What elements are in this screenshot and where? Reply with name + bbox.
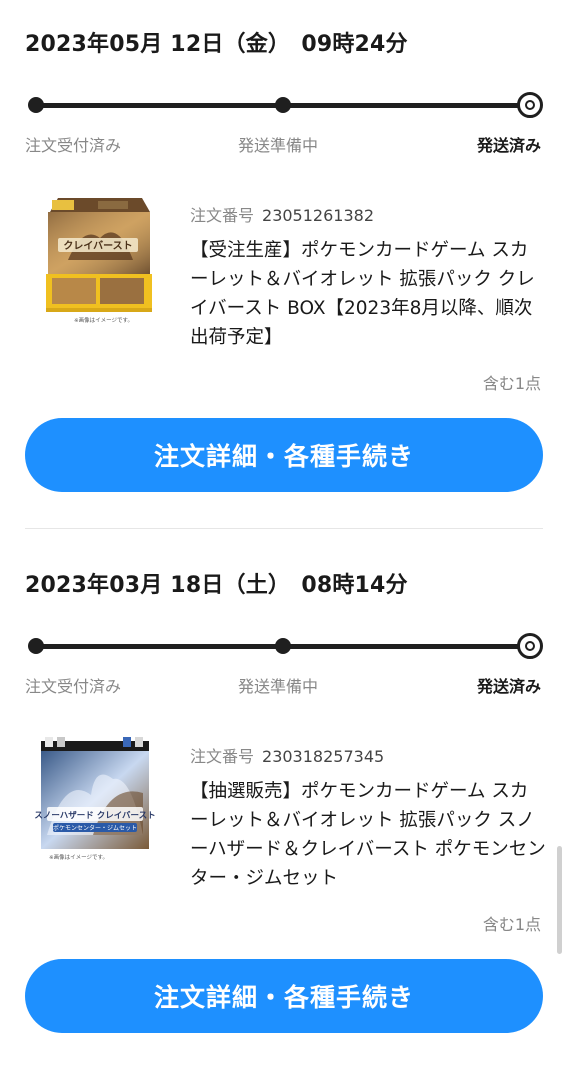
thumb-note: ※画像はイメージです。 <box>49 853 108 861</box>
step-label-preparing: 発送準備中 <box>238 677 319 696</box>
step-label-received: 注文受付済み <box>25 677 122 696</box>
order-number-label: 注文番号 <box>190 206 255 225</box>
product-thumbnail[interactable]: クレイバースト ※画像はイメージです。 <box>38 190 158 335</box>
thumb-title: クレイバースト <box>63 240 132 252</box>
order-divider <box>25 528 543 529</box>
product-name[interactable]: 【受注生産】ポケモンカードゲーム スカーレット＆バイオレット 拡張パック クレイ… <box>190 236 546 352</box>
step-dot-shipped-icon <box>517 92 543 118</box>
shipping-progress <box>25 90 543 120</box>
order-detail-button[interactable]: 注文詳細・各種手続き <box>25 959 543 1033</box>
step-label-preparing: 発送準備中 <box>238 136 319 155</box>
step-dot-received <box>28 97 44 113</box>
order-date: 2023年03月 18日（土） 08時14分 <box>25 573 408 598</box>
item-count: 含む1点 <box>482 915 541 934</box>
step-dot-preparing <box>275 97 291 113</box>
order-number-value: 23051261382 <box>262 206 374 225</box>
order-number: 注文番号 23051261382 <box>190 202 374 226</box>
scrollbar[interactable] <box>557 846 562 954</box>
product-thumbnail[interactable]: スノーハザード クレイバースト ポケモンセンター・ジムセット ※画像はイメージで… <box>30 735 160 880</box>
step-label-shipped: 発送済み <box>476 136 541 155</box>
thumb-subtitle: ポケモンセンター・ジムセット <box>53 824 137 832</box>
step-dot-received <box>28 638 44 654</box>
thumb-note: ※画像はイメージです。 <box>74 316 133 324</box>
step-label-shipped: 発送済み <box>476 677 541 696</box>
order-detail-button[interactable]: 注文詳細・各種手続き <box>25 418 543 492</box>
thumb-title: スノーハザード クレイバースト <box>34 810 155 821</box>
shipping-progress <box>25 631 543 661</box>
step-dot-shipped-icon <box>517 633 543 659</box>
order-number-value: 230318257345 <box>262 747 385 766</box>
step-label-received: 注文受付済み <box>25 136 122 155</box>
item-count: 含む1点 <box>482 374 541 393</box>
order-number-label: 注文番号 <box>190 747 255 766</box>
step-dot-preparing <box>275 638 291 654</box>
order-number: 注文番号 230318257345 <box>190 743 384 767</box>
product-name[interactable]: 【抽選販売】ポケモンカードゲーム スカーレット＆バイオレット 拡張パック スノー… <box>190 777 546 893</box>
order-date: 2023年05月 12日（金） 09時24分 <box>25 32 408 57</box>
